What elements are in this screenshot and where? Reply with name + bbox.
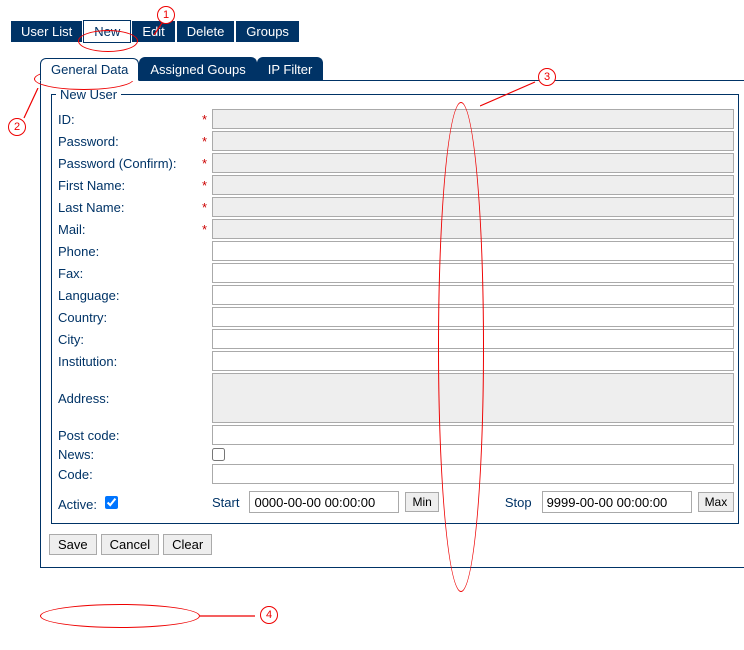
address-label: Address: — [56, 391, 202, 406]
required-icon: * — [202, 112, 212, 127]
stop-label: Stop — [505, 495, 532, 510]
tab-ip-filter[interactable]: IP Filter — [257, 57, 324, 80]
password-confirm-input[interactable] — [212, 153, 734, 173]
max-button[interactable]: Max — [698, 492, 735, 512]
post-code-label: Post code: — [56, 428, 202, 443]
tab-general-data[interactable]: General Data — [40, 58, 139, 81]
required-icon: * — [202, 156, 212, 171]
city-input[interactable] — [212, 329, 734, 349]
main-toolbar: User List New Edit Delete Groups — [10, 20, 734, 43]
cancel-button[interactable]: Cancel — [101, 534, 159, 555]
institution-label: Institution: — [56, 354, 202, 369]
action-bar: Save Cancel Clear — [49, 534, 741, 555]
tab-assigned-groups[interactable]: Assigned Goups — [139, 57, 256, 80]
start-input[interactable] — [249, 491, 399, 513]
annotation-2-line — [18, 88, 42, 124]
min-button[interactable]: Min — [405, 492, 438, 512]
institution-input[interactable] — [212, 351, 734, 371]
edit-button[interactable]: Edit — [131, 20, 175, 43]
annotation-4: 4 — [260, 606, 278, 624]
password-input[interactable] — [212, 131, 734, 151]
city-label: City: — [56, 332, 202, 347]
user-list-button[interactable]: User List — [10, 20, 83, 43]
phone-label: Phone: — [56, 244, 202, 259]
annotation-4-line — [200, 612, 260, 620]
required-icon: * — [202, 178, 212, 193]
delete-button[interactable]: Delete — [176, 20, 236, 43]
active-checkbox[interactable] — [105, 496, 118, 509]
start-label: Start — [212, 495, 239, 510]
fax-label: Fax: — [56, 266, 202, 281]
language-label: Language: — [56, 288, 202, 303]
required-icon: * — [202, 222, 212, 237]
country-input[interactable] — [212, 307, 734, 327]
save-button[interactable]: Save — [49, 534, 97, 555]
annotation-4-ellipse — [40, 604, 200, 628]
required-icon: * — [202, 134, 212, 149]
id-label: ID: — [56, 112, 202, 127]
fax-input[interactable] — [212, 263, 734, 283]
code-label: Code: — [56, 467, 202, 482]
last-name-label: Last Name: — [56, 200, 202, 215]
mail-label: Mail: — [56, 222, 202, 237]
active-label: Active: — [56, 493, 202, 512]
country-label: Country: — [56, 310, 202, 325]
first-name-label: First Name: — [56, 178, 202, 193]
password-confirm-label: Password (Confirm): — [56, 156, 202, 171]
tab-bar: General Data Assigned Goups IP Filter — [40, 57, 734, 80]
fieldset-legend: New User — [56, 87, 121, 102]
clear-button[interactable]: Clear — [163, 534, 212, 555]
stop-input[interactable] — [542, 491, 692, 513]
last-name-input[interactable] — [212, 197, 734, 217]
code-input[interactable] — [212, 464, 734, 484]
groups-button[interactable]: Groups — [235, 20, 300, 43]
required-icon: * — [202, 200, 212, 215]
language-input[interactable] — [212, 285, 734, 305]
id-input[interactable] — [212, 109, 734, 129]
password-label: Password: — [56, 134, 202, 149]
address-input[interactable] — [212, 373, 734, 423]
news-checkbox[interactable] — [212, 448, 225, 461]
annotation-2: 2 — [8, 118, 26, 136]
news-label: News: — [56, 447, 202, 462]
new-user-fieldset: New User ID:* Password:* Password (Confi… — [51, 87, 739, 524]
form-panel: New User ID:* Password:* Password (Confi… — [40, 80, 744, 568]
new-button[interactable]: New — [83, 20, 131, 43]
phone-input[interactable] — [212, 241, 734, 261]
post-code-input[interactable] — [212, 425, 734, 445]
first-name-input[interactable] — [212, 175, 734, 195]
mail-input[interactable] — [212, 219, 734, 239]
